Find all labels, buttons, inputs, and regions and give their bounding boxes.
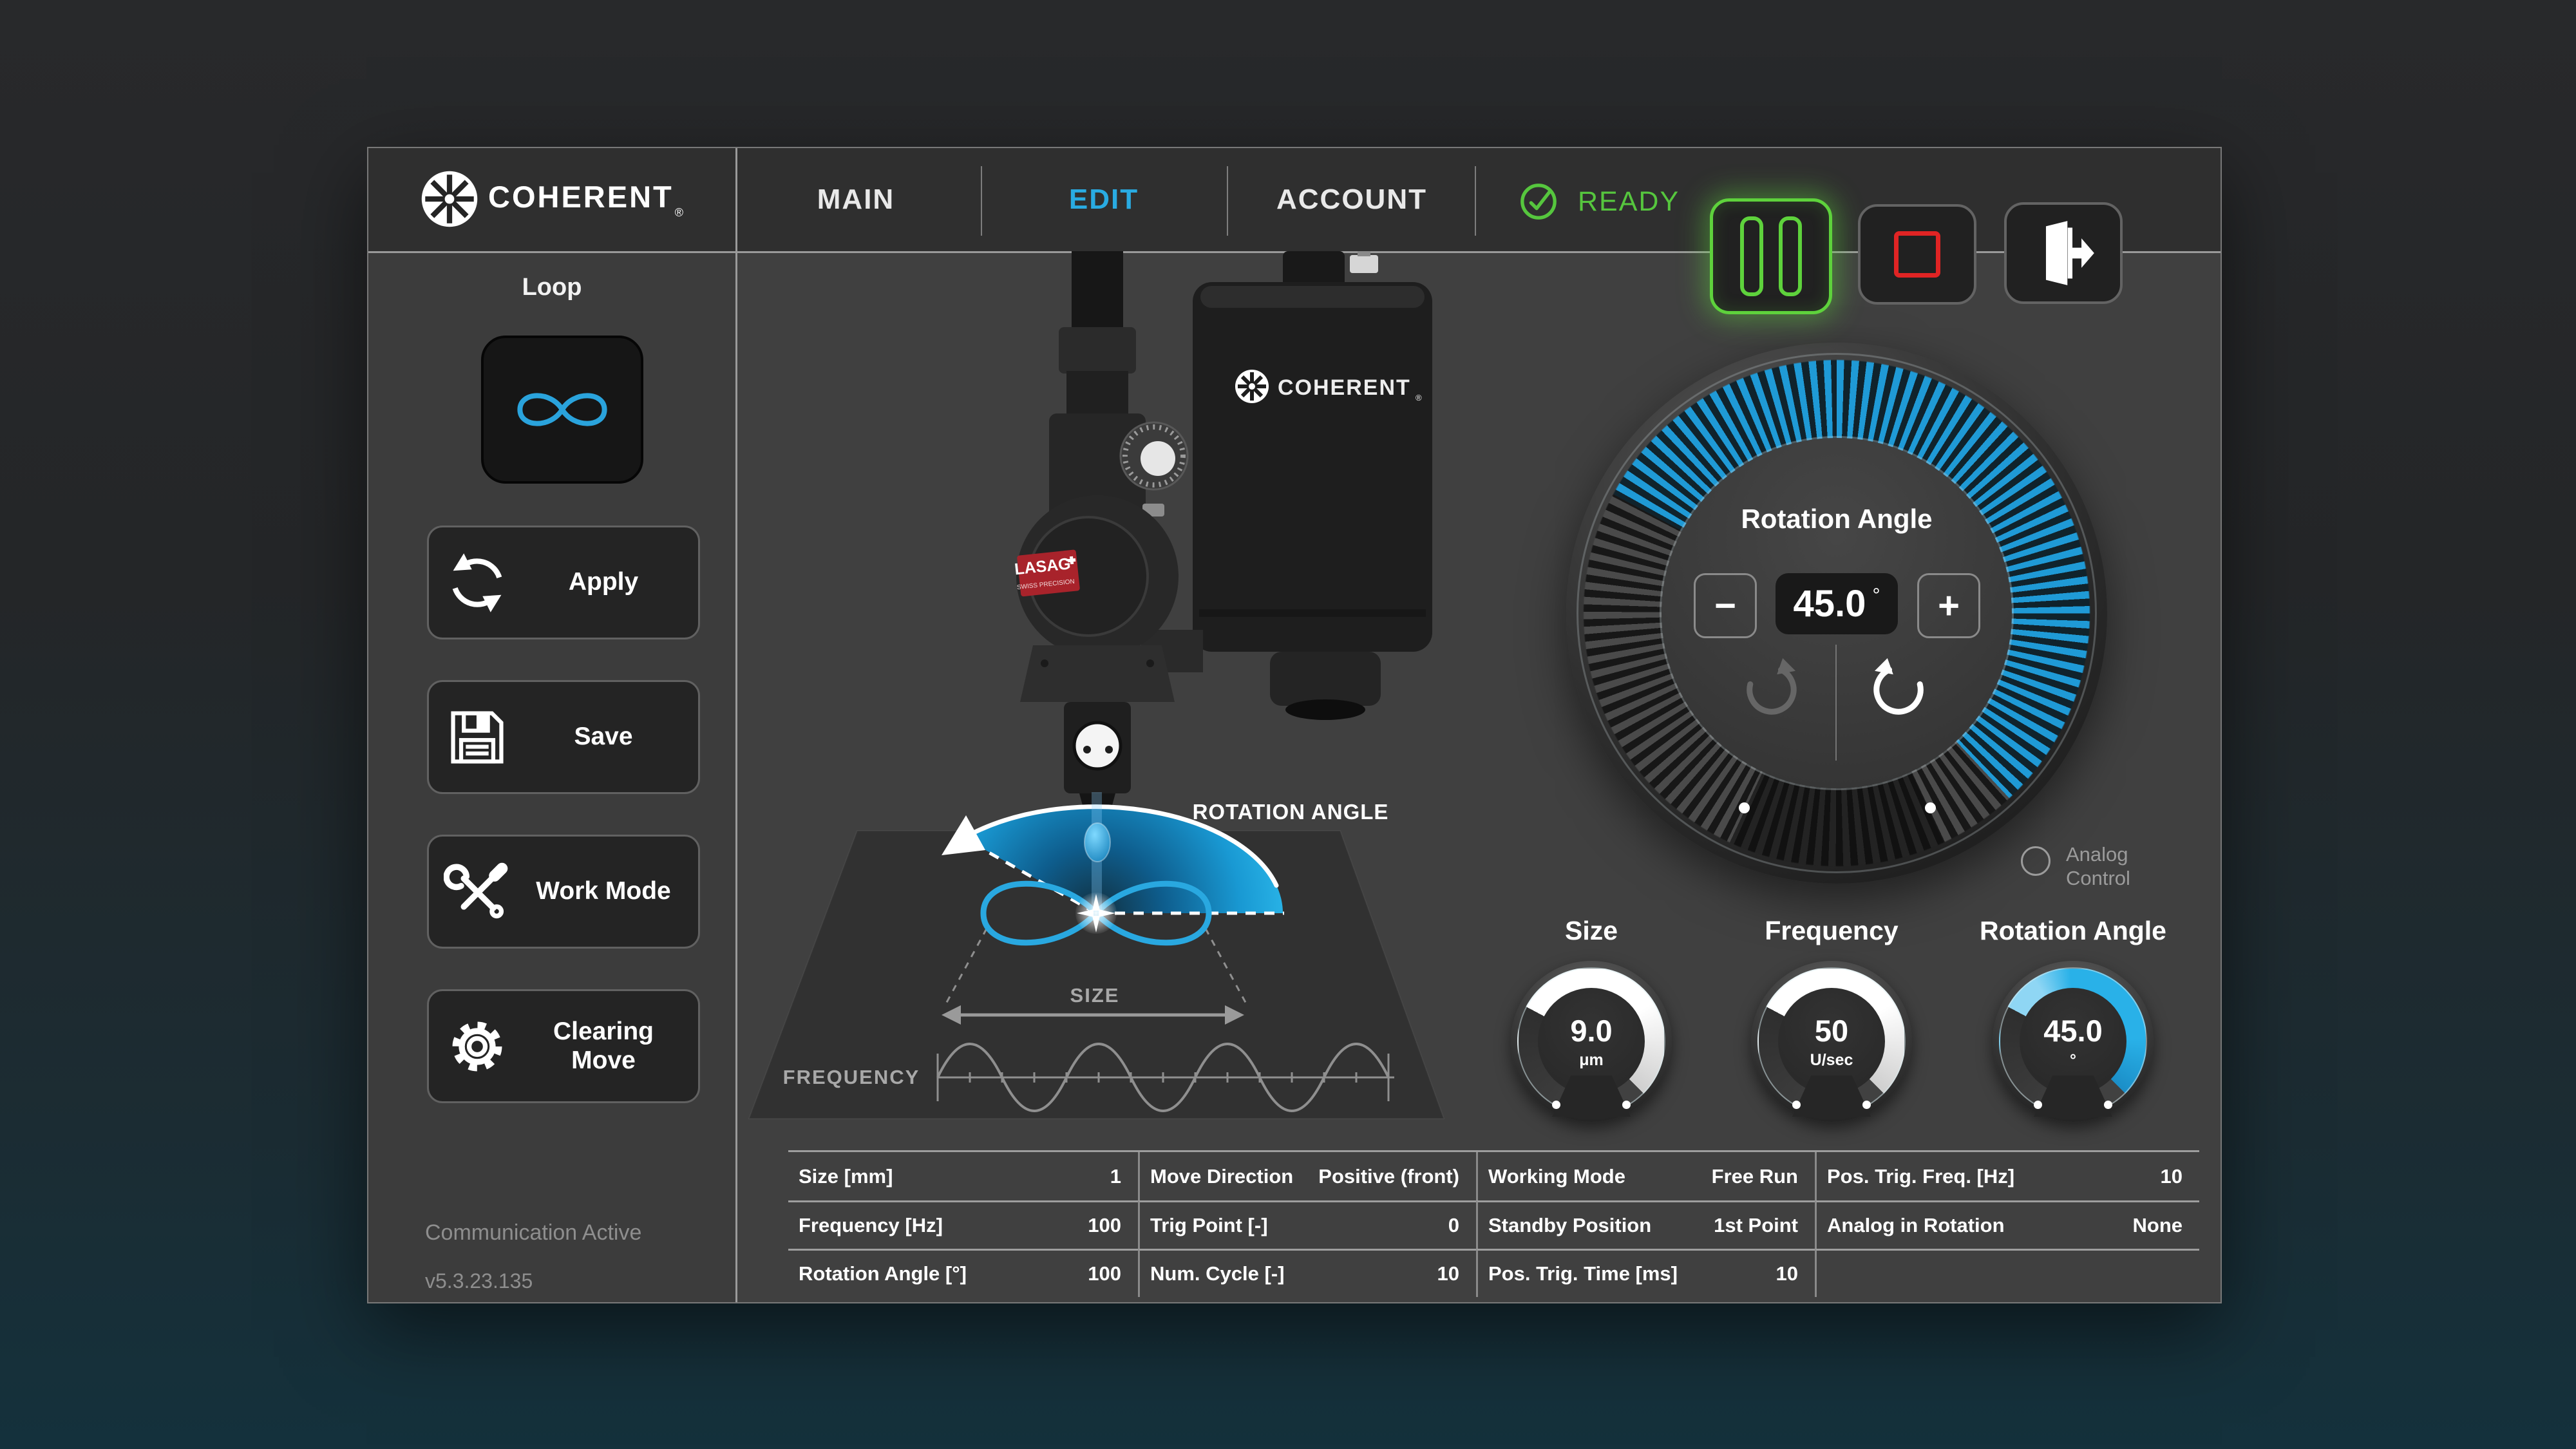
- sync-arrows-icon: [429, 549, 526, 616]
- table-cell: Size [mm]1: [788, 1152, 1138, 1200]
- parameter-table: Size [mm]1 Move DirectionPositive (front…: [788, 1150, 2199, 1297]
- dial-marker-dot: [1925, 802, 1936, 813]
- check-circle-icon: [1519, 182, 1558, 222]
- decrease-angle-button[interactable]: −: [1694, 573, 1757, 638]
- table-cell: Pos. Trig. Freq. [Hz]10: [1815, 1152, 2199, 1200]
- clearing-move-label: Clearing Move: [526, 1018, 698, 1075]
- loop-section-label: Loop: [368, 274, 735, 301]
- dial-divider: [1835, 645, 1837, 761]
- tab-edit[interactable]: EDIT: [1007, 148, 1200, 251]
- status-label: READY: [1578, 186, 1680, 218]
- lasag-badge: LASAG SWISS PRECISION: [1013, 549, 1080, 597]
- table-cell: Standby Position1st Point: [1476, 1200, 1815, 1249]
- table-cell: Analog in RotationNone: [1815, 1200, 2199, 1249]
- work-mode-label: Work Mode: [526, 877, 698, 906]
- wrench-screwdriver-icon: [429, 858, 526, 925]
- coherent-starburst-icon: [420, 169, 479, 229]
- communication-status: Communication Active: [425, 1220, 641, 1245]
- dial-title: Rotation Angle: [1662, 504, 2012, 535]
- clearing-move-button[interactable]: Clearing Move: [427, 989, 700, 1103]
- size-knob[interactable]: 9.0μm: [1511, 961, 1672, 1122]
- save-label: Save: [526, 723, 698, 752]
- save-button[interactable]: Save: [427, 680, 700, 794]
- table-cell: Num. Cycle [-]10: [1138, 1249, 1476, 1297]
- gear-icon: [429, 1013, 526, 1080]
- increase-angle-button[interactable]: +: [1917, 573, 1980, 638]
- laser-spot: [1084, 823, 1110, 862]
- rotate-counterclockwise-button[interactable]: [1869, 658, 1927, 716]
- table-cell: Pos. Trig. Time [ms]10: [1476, 1249, 1815, 1297]
- dial-face: Rotation Angle − 45.0° +: [1662, 438, 2012, 788]
- analog-control: Analog Control: [2021, 842, 2130, 890]
- svg-text:®: ®: [1416, 393, 1422, 402]
- rotation-angle-knob[interactable]: 45.0°: [1993, 961, 2154, 1122]
- app-window: COHERENT® MAIN EDIT ACCOUNT READY Loop: [367, 147, 2222, 1303]
- tab-main[interactable]: MAIN: [759, 148, 952, 251]
- analog-control-radio[interactable]: [2021, 846, 2050, 876]
- table-cell: Working ModeFree Run: [1476, 1152, 1815, 1200]
- loop-shape-button[interactable]: [481, 336, 643, 484]
- machine-render: COHERENT ® LASAG SWISS PRECISION: [922, 251, 1502, 831]
- size-label: SIZE: [1070, 984, 1120, 1007]
- status-ready: READY: [1519, 182, 1680, 222]
- pause-button[interactable]: [1710, 198, 1832, 314]
- frequency-knob-label: Frequency: [1690, 916, 1973, 946]
- tab-account[interactable]: ACCOUNT: [1255, 148, 1448, 251]
- tab-separator: [1475, 166, 1476, 236]
- table-cell: Frequency [Hz]100: [788, 1200, 1138, 1249]
- work-mode-button[interactable]: Work Mode: [427, 835, 700, 949]
- table-cell: Rotation Angle [°]100: [788, 1249, 1138, 1297]
- sidebar-divider: [735, 148, 737, 1302]
- apply-button[interactable]: Apply: [427, 526, 700, 639]
- rotation-knob-label: Rotation Angle: [1931, 916, 2215, 946]
- exit-button[interactable]: [2004, 202, 2123, 304]
- exit-door-icon: [2030, 220, 2097, 287]
- brand-name: COHERENT®: [488, 179, 685, 220]
- angle-value-display[interactable]: 45.0°: [1776, 573, 1898, 634]
- stop-button[interactable]: [1858, 204, 1976, 305]
- brand: COHERENT®: [420, 169, 685, 229]
- process-diagram: SIZE FREQUENCY: [729, 792, 1631, 1153]
- floppy-disk-icon: [429, 704, 526, 771]
- version-label: v5.3.23.135: [425, 1269, 533, 1293]
- frequency-label: FREQUENCY: [783, 1066, 920, 1088]
- rotation-angle-label: ROTATION ANGLE: [1193, 800, 1389, 824]
- sidebar: Loop Apply: [368, 253, 735, 1302]
- table-cell: Trig Point [-]0: [1138, 1200, 1476, 1249]
- pause-icon: [1740, 216, 1802, 296]
- table-cell: Move DirectionPositive (front): [1138, 1152, 1476, 1200]
- tab-separator: [1227, 166, 1228, 236]
- rotate-clockwise-button[interactable]: [1743, 658, 1801, 716]
- rotation-angle-dial: Rotation Angle − 45.0° +: [1566, 343, 2107, 884]
- infinity-icon: [499, 376, 625, 443]
- analog-control-label: Analog Control: [2066, 842, 2130, 890]
- apply-label: Apply: [526, 568, 698, 597]
- table-cell: [1815, 1249, 2199, 1297]
- frequency-knob[interactable]: 50U/sec: [1751, 961, 1912, 1122]
- svg-text:COHERENT: COHERENT: [1278, 375, 1411, 400]
- dial-marker-dot: [1739, 802, 1750, 813]
- stop-icon: [1894, 231, 1940, 278]
- tab-separator: [981, 166, 982, 236]
